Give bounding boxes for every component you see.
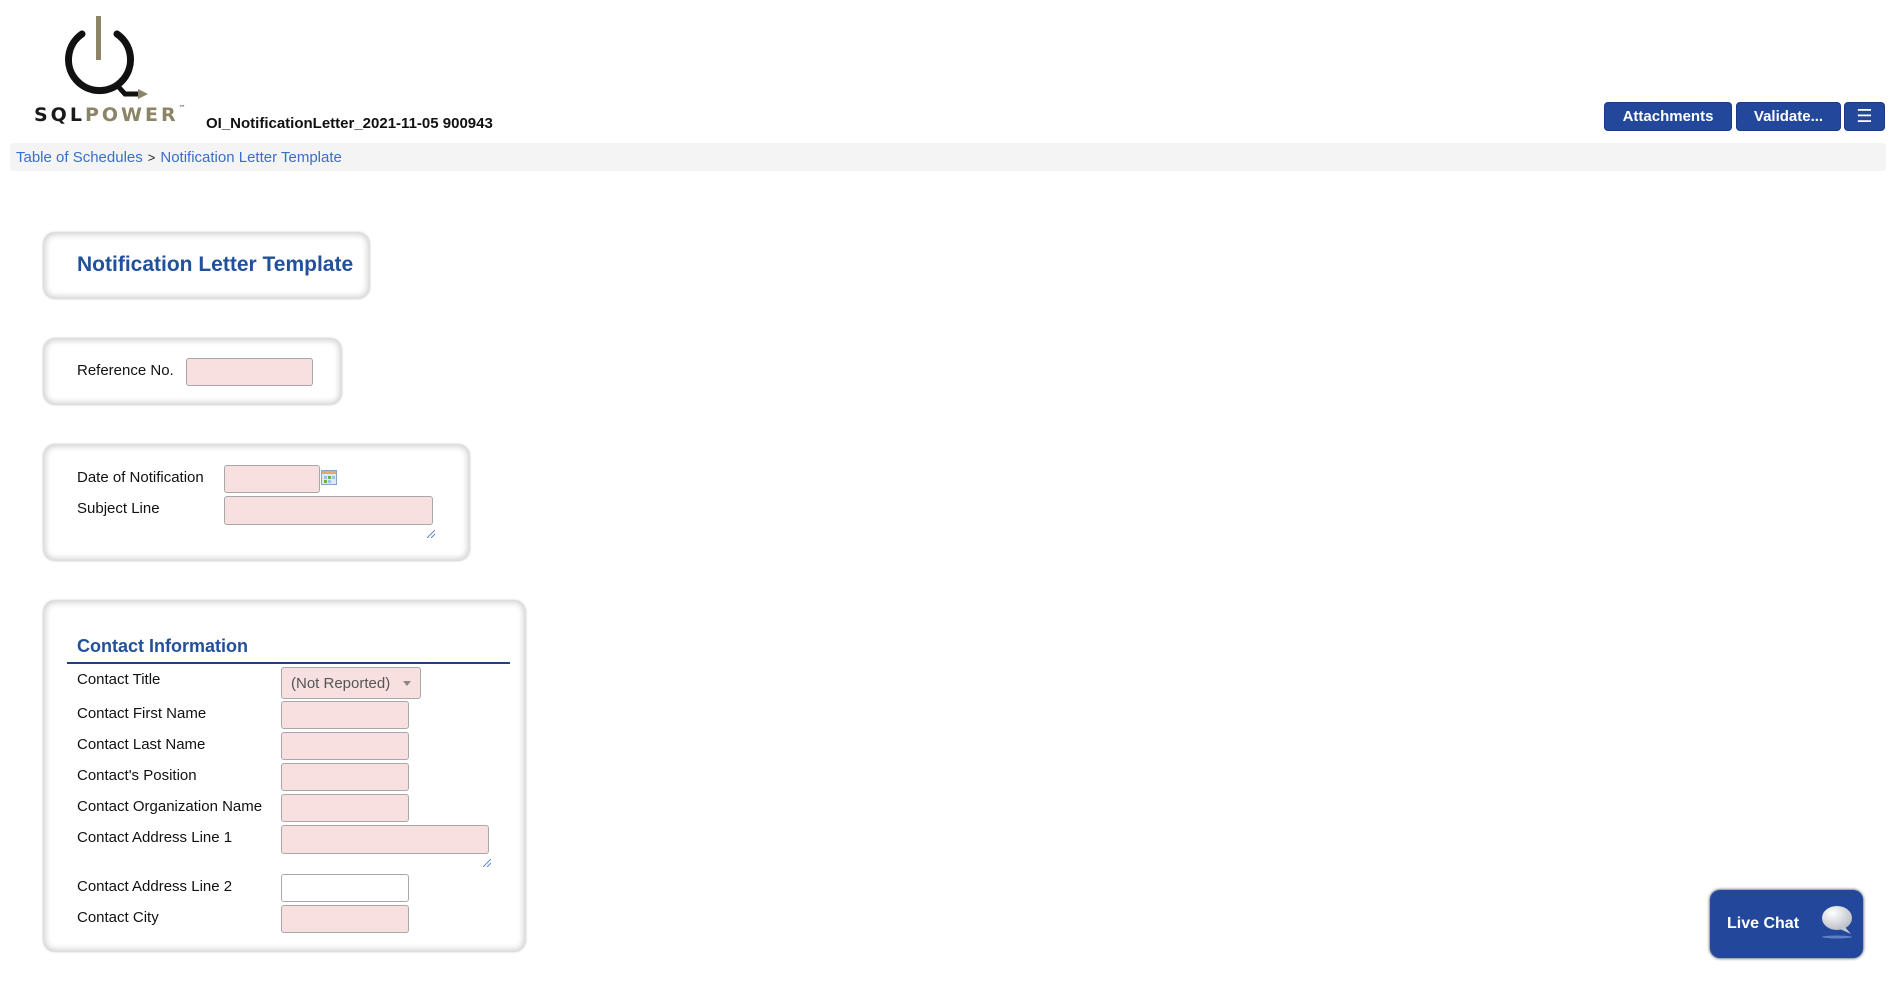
- contact-address-line-2-label: Contact Address Line 2: [77, 878, 233, 895]
- reference-no-label: Reference No.: [77, 362, 174, 379]
- contact-organization-name-input[interactable]: [281, 794, 409, 822]
- contact-organization-name-label: Contact Organization Name: [77, 798, 263, 815]
- logo-trademark: ™: [178, 104, 186, 112]
- hamburger-menu-icon: ☰: [1856, 106, 1873, 126]
- resize-handle-icon[interactable]: [483, 859, 491, 867]
- contact-first-name-label: Contact First Name: [77, 705, 207, 722]
- contact-city-input[interactable]: [281, 905, 409, 933]
- contact-information-heading: Contact Information: [77, 636, 248, 656]
- logo-wordmark: SQLPOWER™: [34, 104, 186, 126]
- section-divider: [67, 662, 510, 664]
- chevron-down-icon: [403, 681, 411, 686]
- breadcrumb-table-of-schedules[interactable]: Table of Schedules: [16, 149, 143, 166]
- resize-handle-icon[interactable]: [427, 530, 435, 538]
- live-chat-label: Live Chat: [1727, 915, 1800, 932]
- date-of-notification-input[interactable]: [224, 465, 320, 493]
- document-title: OI_NotificationLetter_2021-11-05 900943: [206, 115, 493, 132]
- calendar-icon[interactable]: [321, 470, 337, 485]
- contact-address-line-2-input[interactable]: [281, 874, 409, 902]
- breadcrumb-notification-letter-template[interactable]: Notification Letter Template: [160, 149, 342, 166]
- contact-address-line-1-label: Contact Address Line 1: [77, 829, 233, 846]
- breadcrumb-separator: >: [147, 149, 156, 165]
- logo-text-sql: SQL: [34, 104, 85, 126]
- validate-button[interactable]: Validate...: [1736, 102, 1841, 131]
- contact-position-label: Contact's Position: [77, 767, 197, 784]
- contact-position-input[interactable]: [281, 763, 409, 791]
- contact-address-line-1-textarea[interactable]: [281, 825, 489, 854]
- reference-no-input[interactable]: [186, 358, 313, 386]
- contact-city-label: Contact City: [77, 909, 159, 926]
- page-title: Notification Letter Template: [77, 253, 354, 276]
- breadcrumb: Table of Schedules > Notification Letter…: [10, 143, 1886, 171]
- subject-line-textarea[interactable]: [224, 496, 433, 525]
- contact-title-label: Contact Title: [77, 671, 161, 688]
- live-chat-button[interactable]: Live Chat: [1710, 890, 1863, 958]
- logo-text-power: POWER: [84, 104, 179, 126]
- contact-first-name-input[interactable]: [281, 701, 409, 729]
- subject-line-label: Subject Line: [77, 500, 160, 517]
- contact-title-selected-value: (Not Reported): [291, 674, 391, 692]
- attachments-button[interactable]: Attachments: [1604, 102, 1732, 131]
- contact-title-select[interactable]: (Not Reported): [281, 667, 421, 699]
- chat-bubble-icon: [1822, 906, 1852, 939]
- menu-button[interactable]: ☰: [1844, 102, 1885, 131]
- date-of-notification-label: Date of Notification: [77, 469, 204, 486]
- contact-last-name-label: Contact Last Name: [77, 736, 206, 753]
- contact-last-name-input[interactable]: [281, 732, 409, 760]
